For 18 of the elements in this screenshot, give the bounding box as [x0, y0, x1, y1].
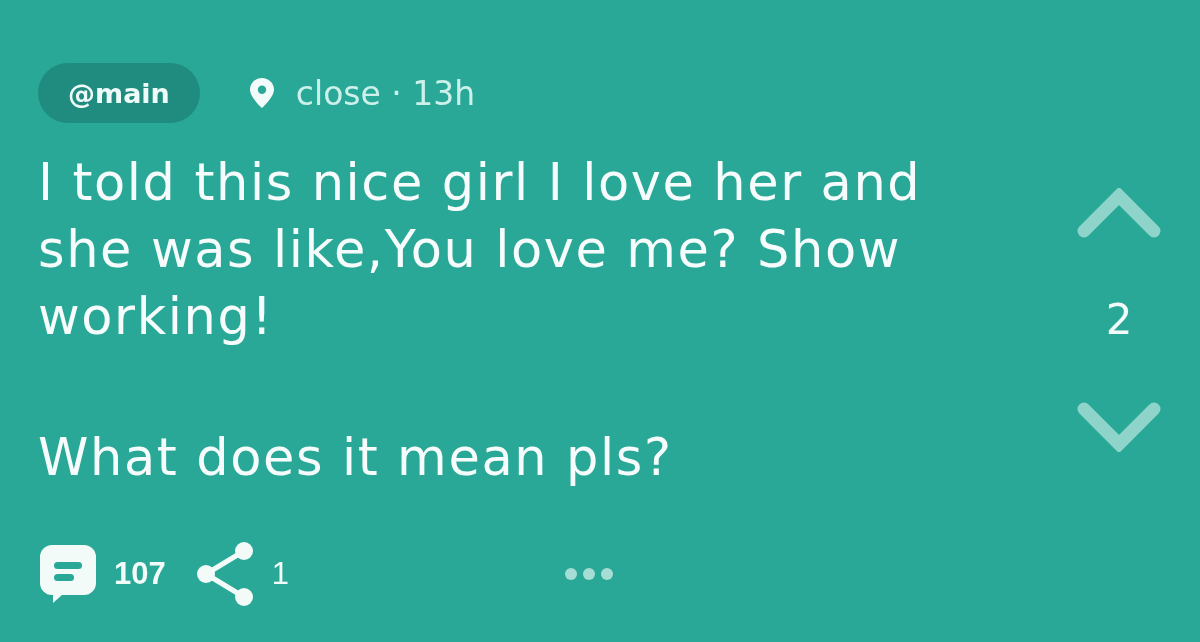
channel-chip[interactable]: @main: [38, 63, 200, 123]
comments-button[interactable]: 107: [40, 545, 166, 603]
location-pin-icon: [249, 78, 274, 108]
location-time-text: close · 13h: [295, 73, 476, 113]
downvote-button[interactable]: [1077, 402, 1161, 452]
share-button[interactable]: 1: [195, 541, 289, 607]
chevron-down-icon: [1077, 402, 1161, 452]
post-paragraph: I told this nice girl I love her and she was like,You love me? Show working!: [38, 152, 923, 348]
share-icon: [195, 541, 254, 607]
chevron-up-icon: [1077, 188, 1161, 238]
share-count: 1: [271, 556, 289, 592]
upvote-button[interactable]: [1077, 188, 1161, 238]
post-paragraph: What does it mean pls?: [38, 427, 674, 489]
more-options-button[interactable]: [565, 568, 613, 580]
comment-bubble-icon: [40, 545, 96, 603]
more-dots-icon: [565, 568, 613, 580]
vote-score: 2: [1105, 296, 1133, 344]
comment-count: 107: [114, 556, 166, 592]
